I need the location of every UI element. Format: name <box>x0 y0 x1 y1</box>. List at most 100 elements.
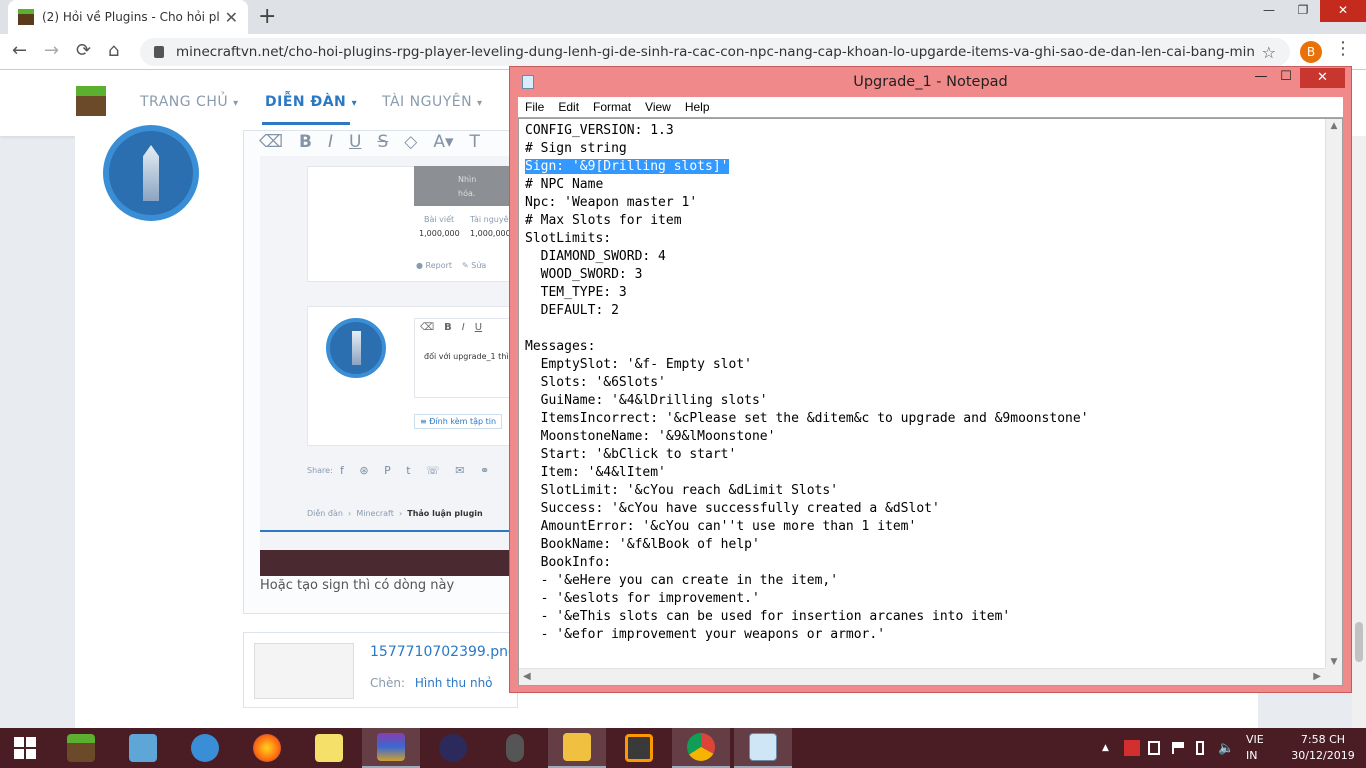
menu-file[interactable]: File <box>518 100 551 114</box>
notepad-line[interactable]: Item: '&4&lItem' <box>525 464 1325 482</box>
taskbar-firefox[interactable] <box>238 728 296 768</box>
eraser-icon[interactable]: ⌫ <box>259 132 283 152</box>
maximize-button[interactable]: ❐ <box>1286 0 1320 22</box>
notepad-line[interactable]: TEM_TYPE: 3 <box>525 284 1325 302</box>
notepad-line[interactable] <box>525 320 1325 338</box>
notepad-line[interactable]: WOOD_SWORD: 3 <box>525 266 1325 284</box>
strike-button[interactable]: S <box>377 132 388 152</box>
minimize-button[interactable]: — <box>1252 0 1286 22</box>
underline-button[interactable]: U <box>349 132 361 152</box>
notepad-line[interactable]: - '&eslots for improvement.' <box>525 590 1325 608</box>
taskbar-eclipse[interactable] <box>424 728 482 768</box>
close-window-button[interactable]: ✕ <box>1320 0 1366 22</box>
notepad-text-area[interactable]: CONFIG_VERSION: 1.3 # Sign string Sign: '&… <box>518 118 1343 686</box>
notepad-line[interactable]: Slots: '&6Slots' <box>525 374 1325 392</box>
notepad-line[interactable]: # NPC Name <box>525 176 1325 194</box>
tray-antivirus-icon[interactable] <box>1124 728 1140 768</box>
system-clock[interactable]: 7:58 CH 30/12/2019 <box>1288 732 1358 764</box>
tray-overflow-button[interactable]: ▲ <box>1102 728 1109 768</box>
eclipse-icon <box>439 734 467 762</box>
menu-format[interactable]: Format <box>586 100 638 114</box>
attachment-thumbnail[interactable] <box>254 643 354 699</box>
italic-button[interactable]: I <box>328 132 333 152</box>
notepad-line[interactable]: BookName: '&f&lBook of help' <box>525 536 1325 554</box>
notepad-line[interactable]: BookInfo: <box>525 554 1325 572</box>
font-size-button[interactable]: A▾ <box>433 132 453 152</box>
page-scrollbar[interactable] <box>1352 136 1366 728</box>
scroll-left-icon[interactable]: ◀ <box>523 671 531 682</box>
taskbar-sublime-text[interactable] <box>610 728 668 768</box>
taskbar-control-panel[interactable] <box>114 728 172 768</box>
notepad-line[interactable]: - '&eHere you can create in the item,' <box>525 572 1325 590</box>
notepad-line[interactable]: Start: '&bClick to start' <box>525 446 1325 464</box>
home-button[interactable]: ⌂ <box>108 40 119 61</box>
notepad-line[interactable]: SlotLimit: '&cYou reach &dLimit Slots' <box>525 482 1325 500</box>
site-logo[interactable] <box>76 86 106 116</box>
start-button[interactable] <box>0 728 50 768</box>
notepad-line[interactable]: # Sign string <box>525 140 1325 158</box>
notepad-vertical-scrollbar[interactable]: ▲ ▼ <box>1325 119 1342 669</box>
bold-button[interactable]: B <box>299 132 312 152</box>
tray-battery-icon[interactable] <box>1196 728 1204 768</box>
notepad-line[interactable]: DEFAULT: 2 <box>525 302 1325 320</box>
scroll-up-icon[interactable]: ▲ <box>1326 121 1342 131</box>
notepad-line[interactable]: GuiName: '&4&lDrilling slots' <box>525 392 1325 410</box>
nav-resources[interactable]: TÀI NGUYÊN ▾ <box>382 94 483 110</box>
notepad-line[interactable]: Messages: <box>525 338 1325 356</box>
taskbar-notepad[interactable] <box>734 728 792 768</box>
insert-thumbnail-link[interactable]: Hình thu nhỏ <box>415 676 493 690</box>
taskbar-mouse[interactable] <box>486 728 544 768</box>
scroll-right-icon[interactable]: ▶ <box>1313 671 1321 682</box>
page-scroll-thumb[interactable] <box>1355 622 1363 662</box>
scroll-down-icon[interactable]: ▼ <box>1326 657 1342 667</box>
notepad-horizontal-scrollbar[interactable]: ◀ ▶ <box>519 668 1325 685</box>
taskbar-network[interactable] <box>176 728 234 768</box>
notepad-line[interactable]: - '&eThis slots can be used for insertio… <box>525 608 1325 626</box>
nav-home[interactable]: TRANG CHỦ ▾ <box>140 94 239 110</box>
notepad-close-button[interactable]: ✕ <box>1300 68 1345 88</box>
reload-button[interactable]: ⟳ <box>76 40 91 61</box>
notepad-titlebar[interactable]: Upgrade_1 - Notepad — ☐ ✕ <box>510 67 1351 97</box>
taskbar-minecraft[interactable] <box>52 728 110 768</box>
browser-tab[interactable]: (2) Hỏi về Plugins - Cho hỏi plug ✕ <box>8 0 248 34</box>
forward-button[interactable]: → <box>44 40 59 61</box>
notepad-line[interactable]: AmountError: '&cYou can''t use more than… <box>525 518 1325 536</box>
menu-view[interactable]: View <box>638 100 678 114</box>
notepad-line[interactable]: ItemsIncorrect: '&cPlease set the &ditem… <box>525 410 1325 428</box>
profile-avatar[interactable]: B <box>1300 41 1322 63</box>
winrar-icon <box>377 733 405 761</box>
color-drop-icon[interactable]: ◇ <box>404 132 417 152</box>
menu-help[interactable]: Help <box>678 100 717 114</box>
address-bar[interactable]: minecraftvn.net/cho-hoi-plugins-rpg-play… <box>140 38 1290 66</box>
menu-edit[interactable]: Edit <box>551 100 586 114</box>
tray-flag-icon[interactable] <box>1172 728 1184 768</box>
notepad-line[interactable]: Sign: '&9[Drilling slots]' <box>525 158 1325 176</box>
notepad-line[interactable]: - '&efor improvement your weapons or arm… <box>525 626 1325 644</box>
new-tab-button[interactable]: + <box>258 4 276 29</box>
notepad-line[interactable]: CONFIG_VERSION: 1.3 <box>525 122 1325 140</box>
back-button[interactable]: ← <box>12 40 27 61</box>
input-language[interactable]: VIE IN <box>1246 732 1264 764</box>
taskbar-winrar[interactable] <box>362 728 420 768</box>
browser-menu-icon[interactable]: ⋮ <box>1334 38 1352 59</box>
notepad-line[interactable]: SlotLimits: <box>525 230 1325 248</box>
text-style-button[interactable]: T <box>470 132 480 152</box>
notepad-line[interactable]: Npc: 'Weapon master 1' <box>525 194 1325 212</box>
attachment-filename[interactable]: 1577710702399.png <box>370 644 517 660</box>
tray-device-icon[interactable] <box>1148 728 1160 768</box>
nav-forum[interactable]: DIỄN ĐÀN ▾ <box>265 94 357 110</box>
bookmark-star-icon[interactable]: ☆ <box>1262 43 1276 62</box>
notepad-line[interactable]: # Max Slots for item <box>525 212 1325 230</box>
taskbar-file-explorer[interactable] <box>548 728 606 768</box>
notepad-line[interactable]: MoonstoneName: '&9&lMoonstone' <box>525 428 1325 446</box>
close-tab-icon[interactable]: ✕ <box>225 8 238 27</box>
user-avatar[interactable] <box>103 125 199 221</box>
tray-volume-icon[interactable]: 🔈 <box>1218 728 1234 768</box>
notepad-content[interactable]: CONFIG_VERSION: 1.3 # Sign string Sign: '&… <box>525 122 1325 662</box>
notepad-maximize-button[interactable]: ☐ <box>1271 69 1301 84</box>
notepad-line[interactable]: EmptySlot: '&f- Empty slot' <box>525 356 1325 374</box>
taskbar-sticky-notes[interactable] <box>300 728 358 768</box>
notepad-line[interactable]: Success: '&cYou have successfully create… <box>525 500 1325 518</box>
notepad-line[interactable]: DIAMOND_SWORD: 4 <box>525 248 1325 266</box>
taskbar-chrome[interactable] <box>672 728 730 768</box>
